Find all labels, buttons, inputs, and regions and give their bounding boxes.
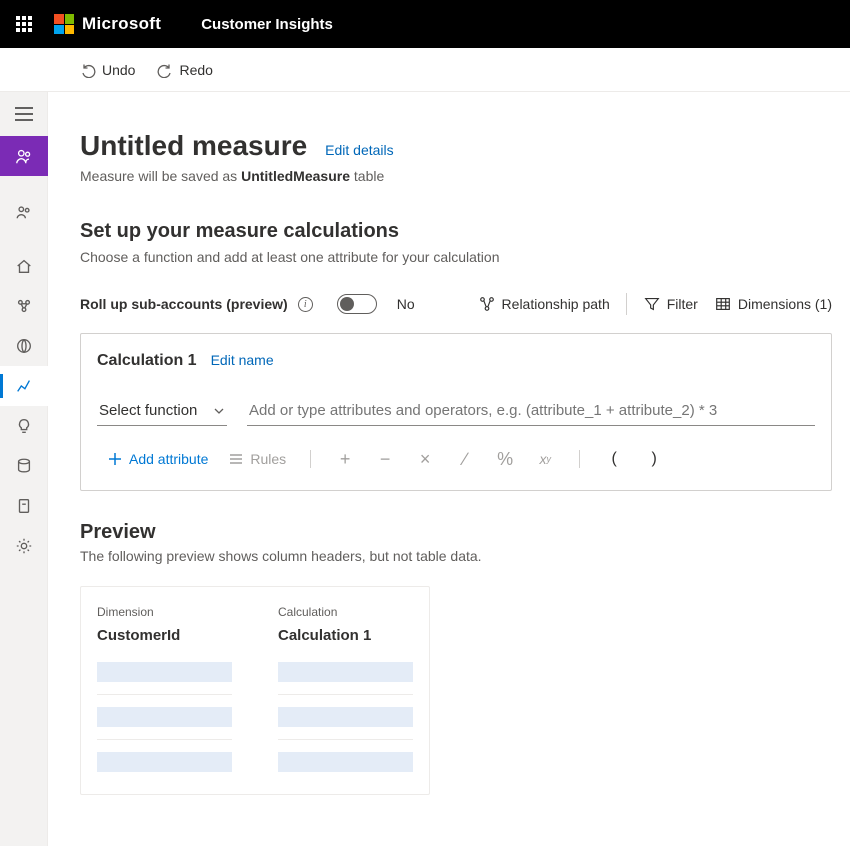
skeleton-cell bbox=[278, 707, 413, 727]
divider bbox=[310, 450, 311, 468]
nav-customers[interactable] bbox=[0, 192, 48, 232]
skeleton-cell bbox=[278, 662, 413, 682]
attribute-expression-input[interactable] bbox=[247, 396, 815, 426]
nav-intelligence[interactable] bbox=[0, 406, 48, 446]
chevron-down-icon bbox=[213, 405, 225, 417]
rules-button[interactable]: Rules bbox=[218, 445, 296, 473]
nav-rail bbox=[0, 92, 48, 846]
divider bbox=[626, 293, 627, 315]
expand-nav-button[interactable] bbox=[0, 92, 47, 136]
calculation-name: Calculation 1 bbox=[97, 352, 197, 370]
preview-col-label: Calculation bbox=[278, 605, 413, 619]
preview-col-value: CustomerId bbox=[97, 627, 232, 644]
dimensions-icon bbox=[714, 295, 732, 313]
main-content: Untitled measure Edit details Measure wi… bbox=[48, 92, 850, 846]
filter-button[interactable]: Filter bbox=[643, 295, 698, 313]
relationship-path-label: Relationship path bbox=[502, 296, 610, 312]
filter-label: Filter bbox=[667, 296, 698, 312]
rollup-toggle[interactable] bbox=[337, 294, 377, 314]
redo-button[interactable]: Redo bbox=[157, 62, 212, 78]
section-heading: Set up your measure calculations bbox=[80, 220, 832, 243]
page-title: Untitled measure bbox=[80, 130, 307, 162]
nav-exports[interactable] bbox=[0, 486, 48, 526]
preview-col-label: Dimension bbox=[97, 605, 232, 619]
op-close-paren[interactable]: ) bbox=[634, 444, 674, 474]
brand-text: Microsoft bbox=[82, 14, 161, 34]
nav-data[interactable] bbox=[0, 446, 48, 486]
save-info-prefix: Measure will be saved as bbox=[80, 168, 241, 184]
op-multiply[interactable]: × bbox=[405, 444, 445, 474]
nav-measures[interactable] bbox=[0, 366, 48, 406]
divider bbox=[579, 450, 580, 468]
section-description: Choose a function and add at least one a… bbox=[80, 249, 832, 265]
select-function-label: Select function bbox=[99, 402, 197, 419]
dimensions-button[interactable]: Dimensions (1) bbox=[714, 295, 832, 313]
nav-home[interactable] bbox=[0, 246, 48, 286]
nav-audience[interactable] bbox=[0, 136, 48, 176]
expression-toolbar: Add attribute Rules + − × ∕ % xy ( ) bbox=[97, 444, 815, 474]
undo-button[interactable]: Undo bbox=[80, 62, 135, 78]
save-info-suffix: table bbox=[350, 168, 384, 184]
nav-admin[interactable] bbox=[0, 526, 48, 566]
edit-name-link[interactable]: Edit name bbox=[211, 352, 274, 368]
preview-heading: Preview bbox=[80, 521, 832, 544]
dimensions-label: Dimensions (1) bbox=[738, 296, 832, 312]
save-info: Measure will be saved as UntitledMeasure… bbox=[80, 168, 832, 184]
op-percent[interactable]: % bbox=[485, 444, 525, 474]
op-plus[interactable]: + bbox=[325, 444, 365, 474]
calculation-card: Calculation 1 Edit name Select function … bbox=[80, 333, 832, 491]
plus-icon bbox=[107, 451, 123, 467]
rules-icon bbox=[228, 451, 244, 467]
nav-segments[interactable] bbox=[0, 286, 48, 326]
undo-icon bbox=[80, 62, 96, 78]
skeleton-cell bbox=[97, 662, 232, 682]
command-row: Undo Redo bbox=[0, 48, 850, 92]
filter-icon bbox=[643, 295, 661, 313]
edit-details-link[interactable]: Edit details bbox=[325, 142, 393, 158]
op-open-paren[interactable]: ( bbox=[594, 444, 634, 474]
add-attribute-label: Add attribute bbox=[129, 451, 208, 467]
redo-icon bbox=[157, 62, 173, 78]
preview-col-value: Calculation 1 bbox=[278, 627, 413, 644]
relationship-path-icon bbox=[478, 295, 496, 313]
op-divide[interactable]: ∕ bbox=[445, 444, 485, 474]
app-launcher-icon[interactable] bbox=[16, 16, 32, 32]
preview-card: Dimension CustomerId Calculation Calcula… bbox=[80, 586, 430, 795]
skeleton-cell bbox=[97, 752, 232, 772]
relationship-path-button[interactable]: Relationship path bbox=[478, 295, 610, 313]
rollup-label: Roll up sub-accounts (preview) bbox=[80, 296, 288, 312]
redo-label: Redo bbox=[179, 62, 212, 78]
op-power[interactable]: xy bbox=[525, 444, 565, 474]
rules-label: Rules bbox=[250, 451, 286, 467]
top-bar: Microsoft Customer Insights bbox=[0, 0, 850, 48]
nav-enrichment[interactable] bbox=[0, 326, 48, 366]
app-name: Customer Insights bbox=[201, 16, 333, 33]
skeleton-cell bbox=[97, 707, 232, 727]
preview-description: The following preview shows column heade… bbox=[80, 548, 832, 564]
add-attribute-button[interactable]: Add attribute bbox=[97, 445, 218, 473]
undo-label: Undo bbox=[102, 62, 135, 78]
save-info-name: UntitledMeasure bbox=[241, 168, 350, 184]
op-minus[interactable]: − bbox=[365, 444, 405, 474]
select-function-dropdown[interactable]: Select function bbox=[97, 396, 227, 426]
skeleton-cell bbox=[278, 752, 413, 772]
rollup-state: No bbox=[397, 296, 415, 312]
info-icon[interactable]: i bbox=[298, 297, 313, 312]
microsoft-logo: Microsoft bbox=[54, 14, 161, 34]
microsoft-icon bbox=[54, 14, 74, 34]
